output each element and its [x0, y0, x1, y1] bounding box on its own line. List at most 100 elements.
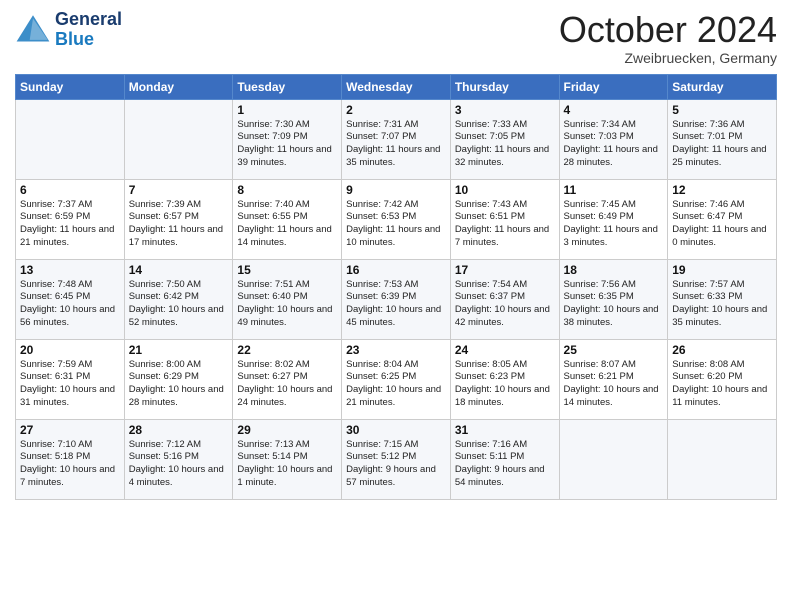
- day-info: Sunrise: 7:13 AM Sunset: 5:14 PM Dayligh…: [237, 439, 337, 490]
- header-day-wednesday: Wednesday: [342, 74, 451, 99]
- day-number: 17: [455, 263, 555, 277]
- day-number: 21: [129, 343, 229, 357]
- day-cell: 18 Sunrise: 7:56 AM Sunset: 6:35 PM Dayli…: [559, 259, 668, 339]
- day-number: 15: [237, 263, 337, 277]
- day-cell: 2 Sunrise: 7:31 AM Sunset: 7:07 PM Daylig…: [342, 99, 451, 179]
- header-day-friday: Friday: [559, 74, 668, 99]
- day-info: Sunrise: 8:05 AM Sunset: 6:23 PM Dayligh…: [455, 359, 555, 410]
- day-number: 2: [346, 103, 446, 117]
- logo: General Blue: [15, 10, 122, 50]
- day-info: Sunrise: 7:56 AM Sunset: 6:35 PM Dayligh…: [564, 279, 664, 330]
- day-cell: [16, 99, 125, 179]
- week-row-1: 6 Sunrise: 7:37 AM Sunset: 6:59 PM Daylig…: [16, 179, 777, 259]
- day-cell: 13 Sunrise: 7:48 AM Sunset: 6:45 PM Dayli…: [16, 259, 125, 339]
- day-cell: 6 Sunrise: 7:37 AM Sunset: 6:59 PM Daylig…: [16, 179, 125, 259]
- week-row-3: 20 Sunrise: 7:59 AM Sunset: 6:31 PM Dayli…: [16, 339, 777, 419]
- day-info: Sunrise: 8:00 AM Sunset: 6:29 PM Dayligh…: [129, 359, 229, 410]
- day-info: Sunrise: 8:02 AM Sunset: 6:27 PM Dayligh…: [237, 359, 337, 410]
- day-info: Sunrise: 7:54 AM Sunset: 6:37 PM Dayligh…: [455, 279, 555, 330]
- day-cell: 5Sunrise: 7:36 AM Sunset: 7:01 PM Daylig…: [668, 99, 777, 179]
- day-number: 18: [564, 263, 664, 277]
- header-day-monday: Monday: [124, 74, 233, 99]
- day-info: Sunrise: 7:46 AM Sunset: 6:47 PM Dayligh…: [672, 199, 772, 250]
- day-info: Sunrise: 7:53 AM Sunset: 6:39 PM Dayligh…: [346, 279, 446, 330]
- logo-text-block: General Blue: [55, 10, 122, 50]
- day-info: Sunrise: 7:37 AM Sunset: 6:59 PM Dayligh…: [20, 199, 120, 250]
- day-cell: [559, 419, 668, 499]
- day-cell: 20 Sunrise: 7:59 AM Sunset: 6:31 PM Dayli…: [16, 339, 125, 419]
- day-info: Sunrise: 7:59 AM Sunset: 6:31 PM Dayligh…: [20, 359, 120, 410]
- logo-general: General: [55, 10, 122, 30]
- day-info: Sunrise: 7:50 AM Sunset: 6:42 PM Dayligh…: [129, 279, 229, 330]
- day-info: Sunrise: 7:33 AM Sunset: 7:05 PM Dayligh…: [455, 119, 555, 170]
- day-cell: 16 Sunrise: 7:53 AM Sunset: 6:39 PM Dayli…: [342, 259, 451, 339]
- day-cell: 15 Sunrise: 7:51 AM Sunset: 6:40 PM Dayli…: [233, 259, 342, 339]
- day-cell: [124, 99, 233, 179]
- day-info: Sunrise: 7:12 AM Sunset: 5:16 PM Dayligh…: [129, 439, 229, 490]
- day-info: Sunrise: 8:08 AM Sunset: 6:20 PM Dayligh…: [672, 359, 772, 410]
- day-info: Sunrise: 7:40 AM Sunset: 6:55 PM Dayligh…: [237, 199, 337, 250]
- day-cell: 23 Sunrise: 8:04 AM Sunset: 6:25 PM Dayli…: [342, 339, 451, 419]
- day-number: 13: [20, 263, 120, 277]
- day-info: Sunrise: 7:43 AM Sunset: 6:51 PM Dayligh…: [455, 199, 555, 250]
- day-info: Sunrise: 8:04 AM Sunset: 6:25 PM Dayligh…: [346, 359, 446, 410]
- header-day-thursday: Thursday: [450, 74, 559, 99]
- day-cell: 30 Sunrise: 7:15 AM Sunset: 5:12 PM Dayli…: [342, 419, 451, 499]
- day-info: Sunrise: 7:51 AM Sunset: 6:40 PM Dayligh…: [237, 279, 337, 330]
- day-info: Sunrise: 8:07 AM Sunset: 6:21 PM Dayligh…: [564, 359, 664, 410]
- header-day-saturday: Saturday: [668, 74, 777, 99]
- subtitle: Zweibruecken, Germany: [559, 50, 777, 66]
- day-number: 3: [455, 103, 555, 117]
- week-row-2: 13 Sunrise: 7:48 AM Sunset: 6:45 PM Dayli…: [16, 259, 777, 339]
- title-block: October 2024 Zweibruecken, Germany: [559, 10, 777, 66]
- month-title: October 2024: [559, 10, 777, 50]
- day-number: 4: [564, 103, 664, 117]
- day-number: 26: [672, 343, 772, 357]
- day-number: 20: [20, 343, 120, 357]
- day-info: Sunrise: 7:10 AM Sunset: 5:18 PM Dayligh…: [20, 439, 120, 490]
- day-info: Sunrise: 7:45 AM Sunset: 6:49 PM Dayligh…: [564, 199, 664, 250]
- day-cell: 4Sunrise: 7:34 AM Sunset: 7:03 PM Daylig…: [559, 99, 668, 179]
- day-cell: 21 Sunrise: 8:00 AM Sunset: 6:29 PM Dayli…: [124, 339, 233, 419]
- day-cell: 3 Sunrise: 7:33 AM Sunset: 7:05 PM Daylig…: [450, 99, 559, 179]
- day-number: 19: [672, 263, 772, 277]
- day-cell: 24Sunrise: 8:05 AM Sunset: 6:23 PM Dayli…: [450, 339, 559, 419]
- week-row-0: 1Sunrise: 7:30 AM Sunset: 7:09 PM Daylig…: [16, 99, 777, 179]
- header-row: SundayMondayTuesdayWednesdayThursdayFrid…: [16, 74, 777, 99]
- day-number: 10: [455, 183, 555, 197]
- day-cell: 11Sunrise: 7:45 AM Sunset: 6:49 PM Dayli…: [559, 179, 668, 259]
- header-day-tuesday: Tuesday: [233, 74, 342, 99]
- day-info: Sunrise: 7:15 AM Sunset: 5:12 PM Dayligh…: [346, 439, 446, 490]
- day-info: Sunrise: 7:57 AM Sunset: 6:33 PM Dayligh…: [672, 279, 772, 330]
- day-number: 25: [564, 343, 664, 357]
- day-cell: 14Sunrise: 7:50 AM Sunset: 6:42 PM Dayli…: [124, 259, 233, 339]
- day-info: Sunrise: 7:16 AM Sunset: 5:11 PM Dayligh…: [455, 439, 555, 490]
- day-cell: 28Sunrise: 7:12 AM Sunset: 5:16 PM Dayli…: [124, 419, 233, 499]
- week-row-4: 27 Sunrise: 7:10 AM Sunset: 5:18 PM Dayli…: [16, 419, 777, 499]
- day-number: 1: [237, 103, 337, 117]
- day-number: 16: [346, 263, 446, 277]
- day-cell: 25 Sunrise: 8:07 AM Sunset: 6:21 PM Dayli…: [559, 339, 668, 419]
- day-cell: 8Sunrise: 7:40 AM Sunset: 6:55 PM Daylig…: [233, 179, 342, 259]
- day-cell: 27 Sunrise: 7:10 AM Sunset: 5:18 PM Dayli…: [16, 419, 125, 499]
- day-number: 30: [346, 423, 446, 437]
- day-number: 6: [20, 183, 120, 197]
- day-number: 31: [455, 423, 555, 437]
- day-number: 12: [672, 183, 772, 197]
- day-number: 23: [346, 343, 446, 357]
- day-info: Sunrise: 7:39 AM Sunset: 6:57 PM Dayligh…: [129, 199, 229, 250]
- day-number: 29: [237, 423, 337, 437]
- day-info: Sunrise: 7:31 AM Sunset: 7:07 PM Dayligh…: [346, 119, 446, 170]
- day-cell: 12 Sunrise: 7:46 AM Sunset: 6:47 PM Dayli…: [668, 179, 777, 259]
- day-cell: 29 Sunrise: 7:13 AM Sunset: 5:14 PM Dayli…: [233, 419, 342, 499]
- calendar-table: SundayMondayTuesdayWednesdayThursdayFrid…: [15, 74, 777, 500]
- day-cell: 9Sunrise: 7:42 AM Sunset: 6:53 PM Daylig…: [342, 179, 451, 259]
- day-info: Sunrise: 7:36 AM Sunset: 7:01 PM Dayligh…: [672, 119, 772, 170]
- day-cell: 31 Sunrise: 7:16 AM Sunset: 5:11 PM Dayli…: [450, 419, 559, 499]
- day-cell: 17 Sunrise: 7:54 AM Sunset: 6:37 PM Dayli…: [450, 259, 559, 339]
- day-info: Sunrise: 7:48 AM Sunset: 6:45 PM Dayligh…: [20, 279, 120, 330]
- day-cell: 7Sunrise: 7:39 AM Sunset: 6:57 PM Daylig…: [124, 179, 233, 259]
- day-number: 27: [20, 423, 120, 437]
- header: General Blue October 2024 Zweibruecken, …: [15, 10, 777, 66]
- logo-icon: [15, 12, 51, 48]
